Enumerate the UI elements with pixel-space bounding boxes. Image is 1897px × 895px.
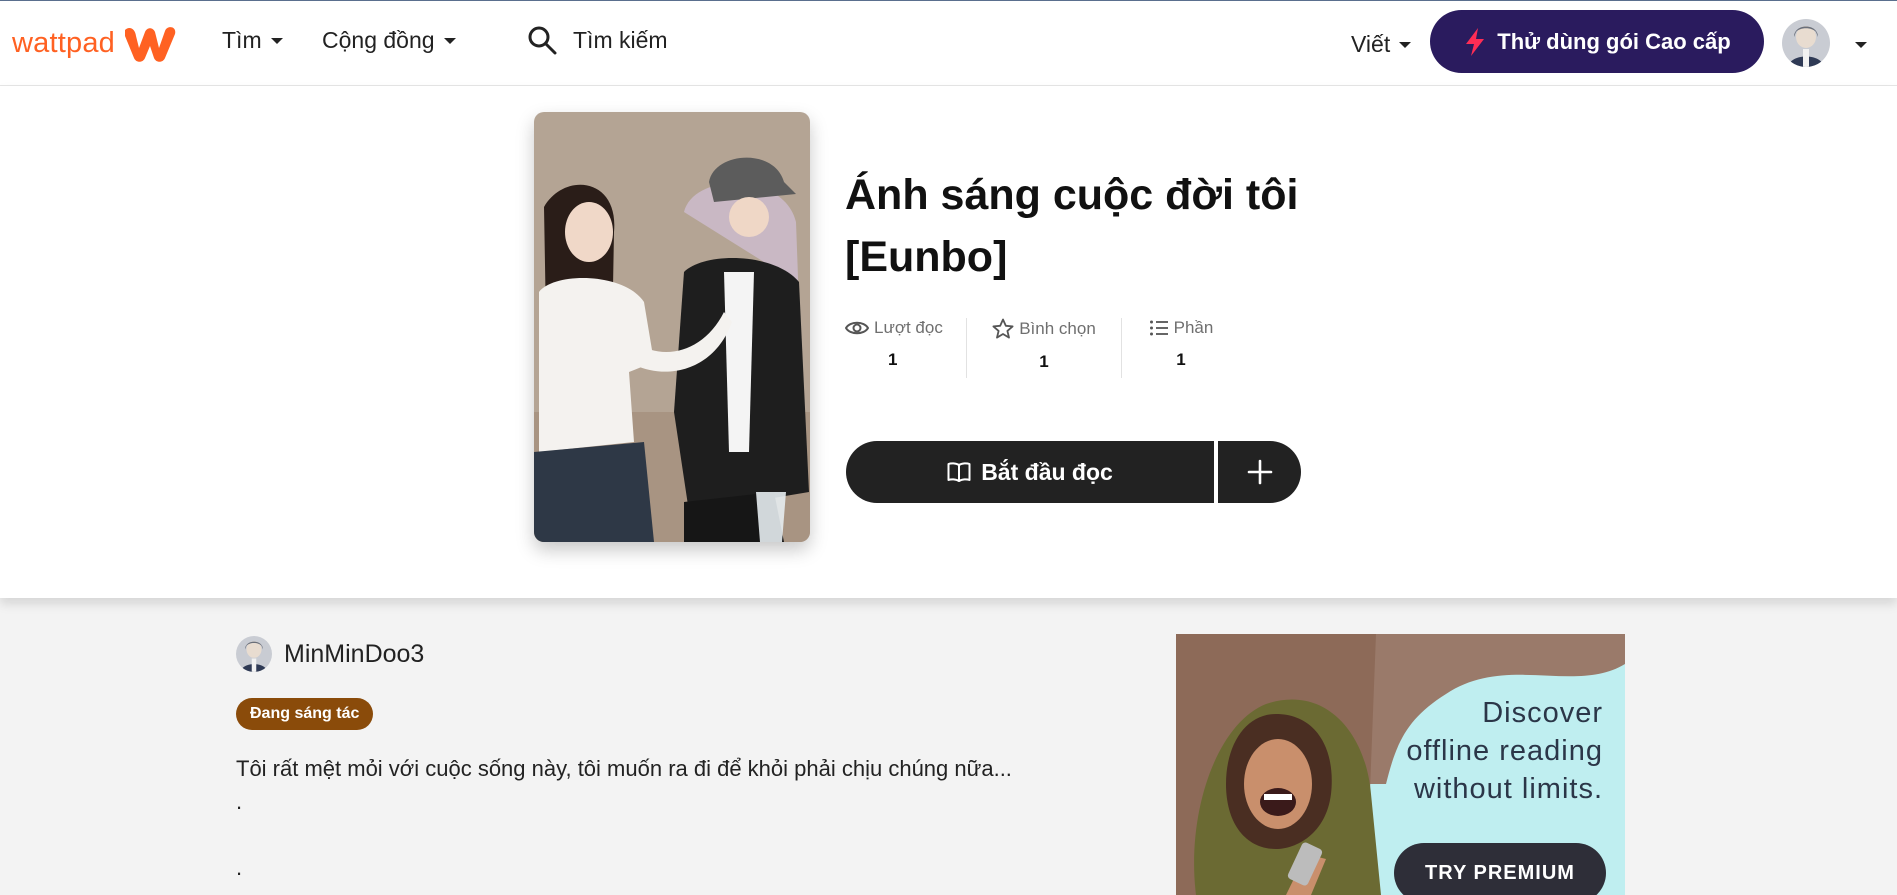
wattpad-logo[interactable]: wattpad: [12, 19, 179, 67]
status-badge: Đang sáng tác: [236, 698, 374, 730]
list-icon: [1149, 320, 1168, 336]
search-icon: [528, 26, 557, 55]
author-name: MinMinDoo3: [284, 639, 425, 668]
premium-label: Thử dùng gói Cao cấp: [1497, 28, 1731, 54]
logo-text: wattpad: [12, 26, 115, 59]
ad-headline: Discover offline reading without limits.: [1406, 694, 1603, 808]
ad-line: without limits.: [1413, 773, 1603, 805]
stat-votes-value: 1: [1039, 352, 1049, 371]
lightning-icon: [1466, 27, 1485, 56]
community-label: Cộng đồng: [322, 27, 435, 53]
browse-menu[interactable]: Tìm: [222, 27, 283, 54]
author-link[interactable]: MinMinDoo3: [236, 636, 424, 672]
top-navigation: wattpad Tìm Cộng đồng Tìm kiếm Viết Thử …: [0, 1, 1897, 86]
stat-reads-value: 1: [888, 350, 898, 369]
story-header: Ánh sáng cuộc đời tôi [Eunbo] Lượt đọc 1…: [0, 86, 1897, 598]
description-line: Tôi rất mệt mỏi với cuộc sống này, tôi m…: [236, 756, 1012, 781]
start-reading-button[interactable]: Bắt đầu đọc: [846, 441, 1214, 503]
browse-label: Tìm: [222, 27, 262, 53]
book-open-icon: [947, 462, 971, 482]
avatar-image: [1782, 19, 1830, 67]
chevron-down-icon: [270, 37, 283, 44]
eye-icon: [845, 321, 869, 335]
stat-parts-label: Phần: [1173, 318, 1214, 337]
community-menu[interactable]: Cộng đồng: [322, 27, 456, 54]
story-title: Ánh sáng cuộc đời tôi [Eunbo]: [845, 171, 1299, 281]
star-icon: [992, 318, 1014, 339]
ad-line: Discover: [1482, 697, 1603, 729]
story-cover-image: [534, 112, 810, 542]
start-reading-label: Bắt đầu đọc: [981, 458, 1113, 485]
stat-reads-label: Lượt đọc: [874, 318, 943, 337]
story-description: Tôi rất mệt mỏi với cuộc sống này, tôi m…: [236, 752, 1012, 884]
wattpad-w-icon: [124, 27, 176, 62]
search-bar[interactable]: Tìm kiếm: [527, 25, 668, 55]
stat-parts: Phần 1: [1122, 318, 1240, 384]
try-premium-button[interactable]: Thử dùng gói Cao cấp: [1430, 10, 1764, 73]
story-stats: Lượt đọc 1 Bình chọn 1 Phần 1: [845, 318, 1240, 384]
plus-icon: [1247, 459, 1272, 485]
author-avatar: [236, 636, 272, 672]
account-chevron-down-icon[interactable]: [1855, 42, 1867, 48]
write-menu[interactable]: Viết: [1351, 31, 1412, 58]
write-label: Viết: [1351, 31, 1391, 57]
stat-votes-label: Bình chọn: [1019, 319, 1096, 338]
description-line: .: [236, 855, 243, 880]
chevron-down-icon: [443, 37, 456, 44]
user-avatar[interactable]: [1782, 19, 1830, 67]
description-line: .: [236, 789, 243, 814]
ad-line: offline reading: [1406, 735, 1603, 767]
search-placeholder: Tìm kiếm: [573, 26, 668, 53]
premium-advertisement[interactable]: Discover offline reading without limits.…: [1176, 634, 1625, 895]
chevron-down-icon: [1399, 41, 1412, 48]
add-to-library-button[interactable]: [1218, 441, 1301, 503]
ad-try-premium-button[interactable]: TRY PREMIUM: [1394, 843, 1606, 895]
stat-reads: Lượt đọc 1: [845, 318, 966, 384]
stat-parts-value: 1: [1176, 350, 1186, 369]
stat-votes: Bình chọn 1: [967, 318, 1121, 384]
